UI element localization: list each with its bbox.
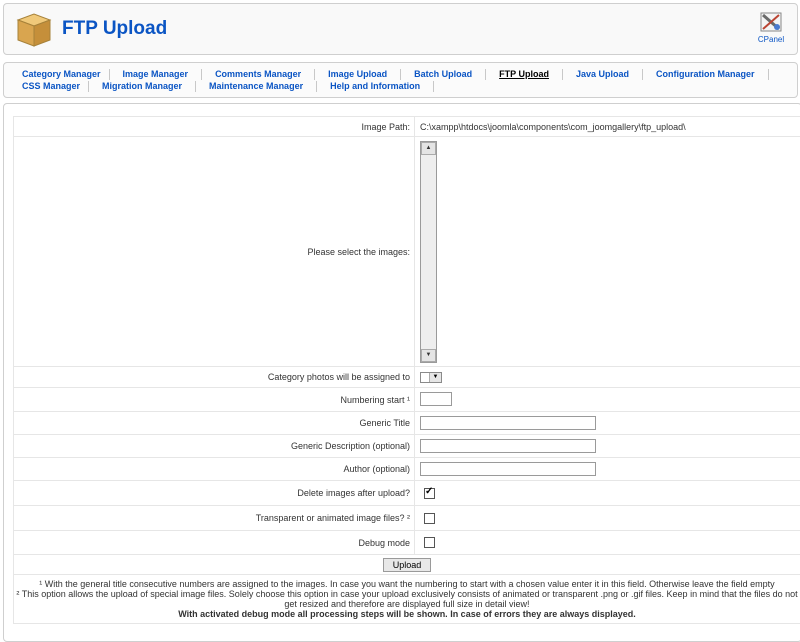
generic-description-input[interactable] [420, 439, 596, 453]
row-generic-description: Generic Description (optional) [14, 435, 800, 458]
nav-image-upload[interactable]: Image Upload [315, 69, 401, 80]
dropdown-arrow-icon: ▼ [429, 373, 441, 382]
category-select[interactable]: ▼ [420, 372, 442, 383]
nav-comments-manager[interactable]: Comments Manager [202, 69, 315, 80]
checkmark-icon: ✓ [425, 486, 433, 497]
row-category: Category photos will be assigned to ▼ [14, 367, 800, 388]
page-header: FTP Upload CPanel [3, 3, 798, 55]
note-numbering: ¹ With the general title consecutive num… [16, 579, 798, 589]
cpanel-tools-icon [758, 10, 784, 34]
row-delete-images: Delete images after upload? ✓ [14, 481, 800, 506]
scroll-up-arrow-icon[interactable]: ▲ [421, 142, 436, 155]
nav-image-manager[interactable]: Image Manager [110, 69, 203, 80]
images-listbox[interactable]: ▲ ▼ [420, 141, 437, 363]
debug-mode-label: Debug mode [14, 531, 415, 555]
main-panel: Image Path: C:\xampp\htdocs\joomla\compo… [3, 103, 800, 642]
image-path-label: Image Path: [14, 117, 415, 137]
author-label: Author (optional) [14, 458, 415, 481]
generic-description-label: Generic Description (optional) [14, 435, 415, 458]
image-path-value: C:\xampp\htdocs\joomla\components\com_jo… [415, 117, 800, 137]
transparent-files-label: Transparent or animated image files? ² [14, 506, 415, 531]
nav-configuration-manager[interactable]: Configuration Manager [643, 69, 769, 80]
cpanel-label: CPanel [758, 35, 784, 44]
nav-row-1: Category Manager Image Manager Comments … [16, 69, 769, 80]
nav-help-information[interactable]: Help and Information [317, 81, 434, 92]
ftp-upload-form: Image Path: C:\xampp\htdocs\joomla\compo… [13, 116, 800, 624]
author-input[interactable] [420, 462, 596, 476]
nav-ftp-upload[interactable]: FTP Upload [486, 69, 563, 80]
generic-title-label: Generic Title [14, 412, 415, 435]
delete-images-label: Delete images after upload? [14, 481, 415, 506]
row-image-path: Image Path: C:\xampp\htdocs\joomla\compo… [14, 117, 800, 137]
row-select-images: Please select the images: ▲ ▼ [14, 137, 800, 367]
nav-row-2: CSS Manager Migration Manager Maintenanc… [16, 81, 434, 92]
transparent-files-checkbox[interactable] [424, 513, 435, 524]
nav-batch-upload[interactable]: Batch Upload [401, 69, 486, 80]
generic-title-input[interactable] [420, 416, 596, 430]
nav-java-upload[interactable]: Java Upload [563, 69, 643, 80]
category-label: Category photos will be assigned to [14, 367, 415, 388]
row-transparent: Transparent or animated image files? ² [14, 506, 800, 531]
cpanel-link[interactable]: CPanel [751, 10, 791, 44]
row-notes: ¹ With the general title consecutive num… [14, 575, 800, 624]
note-debug: With activated debug mode all processing… [16, 609, 798, 619]
row-generic-title: Generic Title [14, 412, 800, 435]
row-upload: Upload [14, 555, 800, 575]
row-author: Author (optional) [14, 458, 800, 481]
numbering-start-label: Numbering start ¹ [14, 388, 415, 412]
delete-images-checkbox[interactable]: ✓ [424, 488, 435, 499]
nav-css-manager[interactable]: CSS Manager [16, 81, 89, 92]
nav-maintenance-manager[interactable]: Maintenance Manager [196, 81, 317, 92]
package-box-icon [16, 10, 52, 48]
debug-mode-checkbox[interactable] [424, 537, 435, 548]
row-numbering: Numbering start ¹ [14, 388, 800, 412]
note-transparent: ² This option allows the upload of speci… [16, 589, 798, 609]
scroll-down-arrow-icon[interactable]: ▼ [421, 349, 436, 362]
page-title: FTP Upload [62, 18, 167, 40]
numbering-start-input[interactable] [420, 392, 452, 406]
select-images-label: Please select the images: [14, 137, 415, 367]
upload-button[interactable]: Upload [383, 558, 432, 572]
nav-migration-manager[interactable]: Migration Manager [89, 81, 196, 92]
nav-category-manager[interactable]: Category Manager [16, 69, 110, 80]
submenu-nav: Category Manager Image Manager Comments … [3, 62, 798, 98]
row-debug: Debug mode [14, 531, 800, 555]
